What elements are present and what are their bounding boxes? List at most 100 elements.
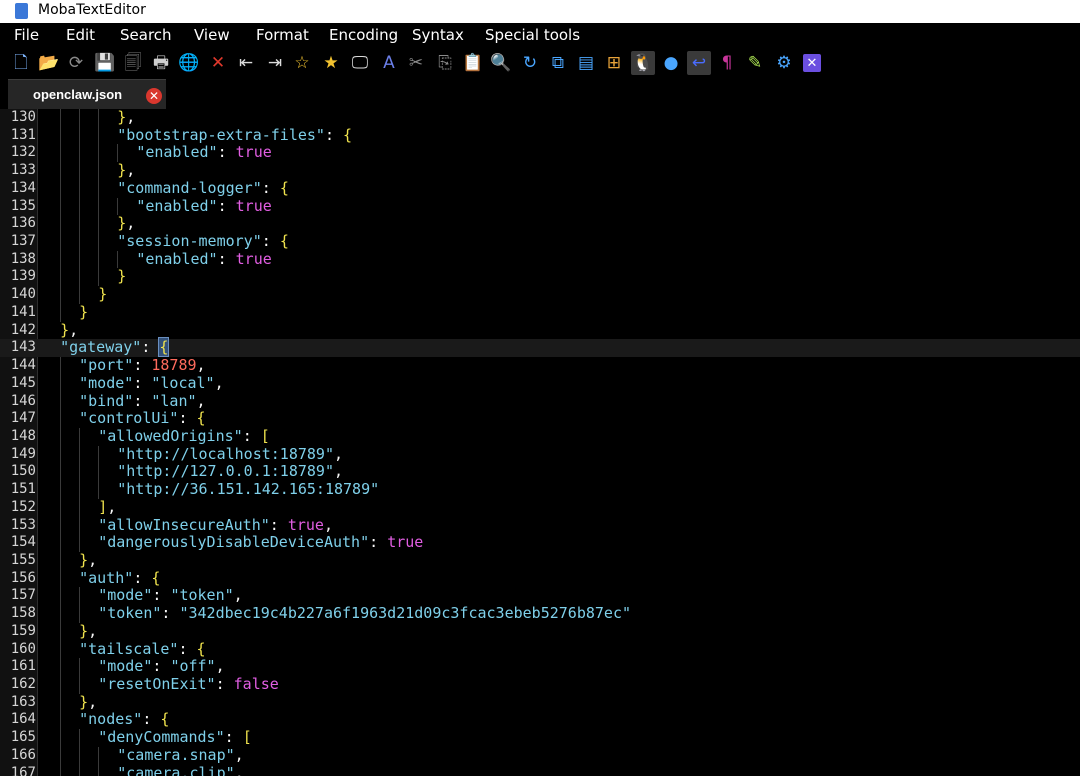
menu-syntax[interactable]: Syntax	[412, 26, 464, 44]
code-line[interactable]: 132 "enabled": true	[0, 144, 1080, 163]
code-line[interactable]: 157 "mode": "token",	[0, 587, 1080, 606]
code-line[interactable]: 142 },	[0, 321, 1080, 340]
menu-file[interactable]: File	[14, 26, 39, 44]
unindent-icon[interactable]: ⇤	[234, 51, 258, 75]
save-all-icon[interactable]: 🗐	[121, 51, 145, 75]
cut-icon[interactable]: ✂	[404, 51, 428, 75]
code-line[interactable]: 149 "http://localhost:18789",	[0, 445, 1080, 464]
code-line[interactable]: 141 }	[0, 303, 1080, 322]
code-line[interactable]: 161 "mode": "off",	[0, 657, 1080, 676]
menu-format[interactable]: Format	[256, 26, 309, 44]
code-line[interactable]: 150 "http://127.0.0.1:18789",	[0, 463, 1080, 482]
close-tab-icon[interactable]: ✕	[146, 88, 162, 104]
menu-view[interactable]: View	[194, 26, 230, 44]
code-line[interactable]: 146 "bind": "lan",	[0, 392, 1080, 411]
code-line[interactable]: 145 "mode": "local",	[0, 374, 1080, 393]
paste-icon[interactable]: 📋	[461, 51, 485, 75]
split-view-icon[interactable]: ▤	[574, 51, 598, 75]
line-number: 140	[10, 286, 36, 303]
code-line[interactable]: 137 "session-memory": {	[0, 232, 1080, 251]
code-line[interactable]: 162 "resetOnExit": false	[0, 675, 1080, 694]
code-line[interactable]: 143 "gateway": {	[0, 337, 1080, 358]
line-number: 138	[10, 250, 36, 267]
compare-icon[interactable]: ⧉	[546, 51, 570, 75]
copy-icon[interactable]: ⎘	[433, 51, 457, 75]
code-text: "camera.clip",	[42, 764, 244, 776]
code-line[interactable]: 136 },	[0, 214, 1080, 234]
code-line[interactable]: 144 "port": 18789,	[0, 356, 1080, 375]
linux-icon[interactable]: 🐧	[631, 51, 655, 75]
code-line[interactable]: 148 "allowedOrigins": [	[0, 427, 1080, 446]
settings-gears-icon[interactable]: ⚙	[772, 51, 796, 75]
code-text: "http://127.0.0.1:18789",	[42, 463, 343, 482]
code-line[interactable]: 165 "denyCommands": [	[0, 728, 1080, 747]
bookmark-star-icon[interactable]: ☆	[290, 51, 314, 75]
word-wrap-icon[interactable]: ↩	[687, 51, 711, 75]
indent-icon[interactable]: ⇥	[263, 51, 287, 75]
menu-edit[interactable]: Edit	[66, 26, 95, 44]
highlighter-icon[interactable]: ✎	[743, 51, 767, 75]
tab-openclaw-json[interactable]: openclaw.json ✕	[8, 79, 166, 110]
menu-special-tools[interactable]: Special tools	[485, 26, 580, 44]
globe-icon[interactable]: 🌐	[177, 51, 201, 75]
line-number: 147	[10, 410, 36, 427]
window-title: MobaTextEditor	[38, 2, 146, 18]
line-number: 133	[10, 162, 36, 179]
close-app-icon[interactable]: ✕	[803, 54, 821, 72]
line-number: 145	[10, 374, 36, 391]
code-line[interactable]: 167 "camera.clip",	[0, 764, 1080, 776]
code-line[interactable]: 160 "tailscale": {	[0, 640, 1080, 659]
new-file-icon[interactable]: 🗋	[9, 51, 33, 75]
code-line[interactable]: 133 },	[0, 161, 1080, 180]
code-line[interactable]: 139 }	[0, 268, 1080, 287]
close-file-icon[interactable]: ✕	[206, 51, 230, 75]
menu-search[interactable]: Search	[120, 26, 172, 44]
replace-icon[interactable]: ↻	[518, 51, 542, 75]
line-number: 139	[10, 268, 36, 285]
code-line[interactable]: 147 "controlUi": {	[0, 409, 1080, 428]
code-editor[interactable]: 130 }, 131 "bootstrap-extra-files": {132 …	[0, 109, 1080, 776]
code-line[interactable]: 163 },	[0, 693, 1080, 712]
code-line[interactable]: 156 "auth": {	[0, 569, 1080, 588]
monitor-icon[interactable]: 🖵	[348, 51, 372, 75]
windows-icon[interactable]: ⊞	[602, 51, 626, 75]
open-folder-icon[interactable]: 📂	[37, 51, 61, 75]
code-line[interactable]: 140 }	[0, 285, 1080, 304]
menu-bar: File Edit Search View Format Encoding Sy…	[0, 23, 1080, 47]
line-number: 157	[10, 587, 36, 604]
code-line[interactable]: 152 ],	[0, 498, 1080, 517]
code-text: },	[42, 161, 135, 180]
code-text: "enabled": true	[42, 144, 272, 163]
code-line[interactable]: 134 "command-logger": {	[0, 179, 1080, 198]
code-line[interactable]: 135 "enabled": true	[0, 197, 1080, 216]
code-line[interactable]: 164 "nodes": {	[0, 711, 1080, 730]
save-icon[interactable]: 💾	[93, 51, 117, 75]
font-icon[interactable]: A	[377, 51, 401, 75]
menu-encoding[interactable]: Encoding	[329, 26, 398, 44]
search-icon[interactable]: 🔍	[489, 51, 513, 75]
pilcrow-icon[interactable]: ¶	[715, 51, 739, 75]
print-icon[interactable]: 🖶	[149, 51, 173, 75]
app-icon	[15, 3, 28, 19]
code-line[interactable]: 155 },	[0, 551, 1080, 570]
code-line[interactable]: 166 "camera.snap",	[0, 746, 1080, 765]
code-line[interactable]: 130 },	[0, 109, 1080, 127]
line-number: 156	[10, 569, 36, 586]
line-number: 134	[10, 179, 36, 196]
code-text: "allowInsecureAuth": true,	[42, 516, 333, 535]
code-text: "allowedOrigins": [	[42, 427, 270, 446]
code-line[interactable]: 159 },	[0, 622, 1080, 641]
code-line[interactable]: 138 "enabled": true	[0, 250, 1080, 269]
code-line[interactable]: 154 "dangerouslyDisableDeviceAuth": true	[0, 533, 1080, 552]
code-line[interactable]: 131 "bootstrap-extra-files": {	[0, 126, 1080, 145]
line-number: 148	[10, 427, 36, 444]
code-line[interactable]: 151 "http://36.151.142.165:18789"	[0, 480, 1080, 499]
code-text: "mode": "local",	[42, 374, 224, 393]
code-line[interactable]: 158 "token": "342dbec19c4b227a6f1963d21d…	[0, 604, 1080, 623]
star-icon[interactable]: ★	[319, 51, 343, 75]
apple-icon[interactable]: ●	[659, 51, 683, 75]
reload-icon[interactable]: ⟳	[64, 51, 88, 75]
code-text: "enabled": true	[42, 250, 272, 269]
code-text: }	[42, 268, 126, 287]
code-line[interactable]: 153 "allowInsecureAuth": true,	[0, 516, 1080, 535]
